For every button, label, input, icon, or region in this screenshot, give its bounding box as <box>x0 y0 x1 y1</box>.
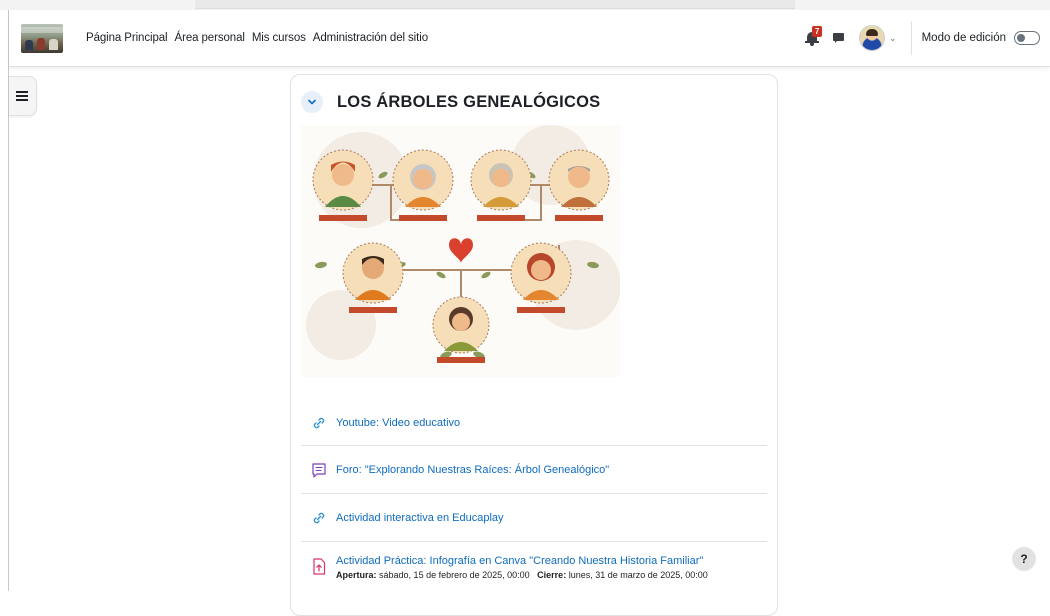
open-date-value: sábado, 15 de febrero de 2025, 00:00 <box>379 570 530 580</box>
user-avatar[interactable] <box>859 25 886 51</box>
notifications-bell-icon[interactable]: 7 <box>805 26 823 47</box>
section-title: LOS ÁRBOLES GENEALÓGICOS <box>337 92 601 111</box>
user-navigation: 7 ⌄ Modo de edición <box>805 10 1050 66</box>
section-header: LOS ÁRBOLES GENEALÓGICOS <box>301 89 600 115</box>
top-navbar: Página Principal Área personal Mis curso… <box>9 10 1050 67</box>
nav-dashboard-link[interactable]: Área personal <box>175 32 245 44</box>
nav-my-courses-link[interactable]: Mis cursos <box>252 32 306 44</box>
user-menu-chevron-down-icon[interactable]: ⌄ <box>889 33 897 44</box>
link-icon <box>311 509 327 527</box>
notification-count-badge: 7 <box>812 26 823 37</box>
activity-link[interactable]: Foro: "Explorando Nuestras Raíces: Árbol… <box>336 464 609 476</box>
activity-educaplay[interactable]: Actividad interactiva en Educaplay <box>301 495 767 542</box>
course-index-drawer-button[interactable] <box>9 76 37 116</box>
activity-link[interactable]: Actividad interactiva en Educaplay <box>336 512 504 524</box>
activity-forum[interactable]: Foro: "Explorando Nuestras Raíces: Árbol… <box>301 447 767 494</box>
section-collapse-chevron-icon[interactable] <box>301 91 323 113</box>
edit-mode-toggle[interactable] <box>1014 31 1040 45</box>
activity-link[interactable]: Youtube: Video educativo <box>336 417 460 429</box>
nav-site-admin-link[interactable]: Administración del sitio <box>313 32 428 44</box>
course-section-card: LOS ÁRBOLES GENEALÓGICOS Youtube: Video … <box>290 74 778 616</box>
link-icon <box>311 414 327 432</box>
browser-top-strip <box>0 0 1050 10</box>
activity-link[interactable]: Actividad Práctica: Infografía en Canva … <box>336 555 708 567</box>
assignment-icon <box>311 557 327 575</box>
activity-youtube-video[interactable]: Youtube: Video educativo <box>301 401 767 446</box>
messages-chat-icon[interactable] <box>833 32 845 44</box>
close-date-label: Cierre: <box>537 570 567 580</box>
open-date-label: Apertura: <box>336 570 377 580</box>
forum-icon <box>311 461 327 479</box>
nav-home-link[interactable]: Página Principal <box>86 32 168 44</box>
activity-assignment[interactable]: Actividad Práctica: Infografía en Canva … <box>301 543 767 603</box>
family-tree-illustration <box>301 125 620 377</box>
list-icon <box>16 91 28 101</box>
close-date-value: lunes, 31 de marzo de 2025, 00:00 <box>568 570 708 580</box>
edit-mode-label: Modo de edición <box>921 32 1006 44</box>
browser-tab-area <box>195 0 795 9</box>
activity-dates: Apertura: sábado, 15 de febrero de 2025,… <box>336 570 708 580</box>
primary-navigation: Página Principal Área personal Mis curso… <box>86 10 435 66</box>
help-question-icon[interactable]: ? <box>1012 547 1036 571</box>
site-logo[interactable] <box>21 24 63 53</box>
navbar-divider <box>910 21 912 55</box>
